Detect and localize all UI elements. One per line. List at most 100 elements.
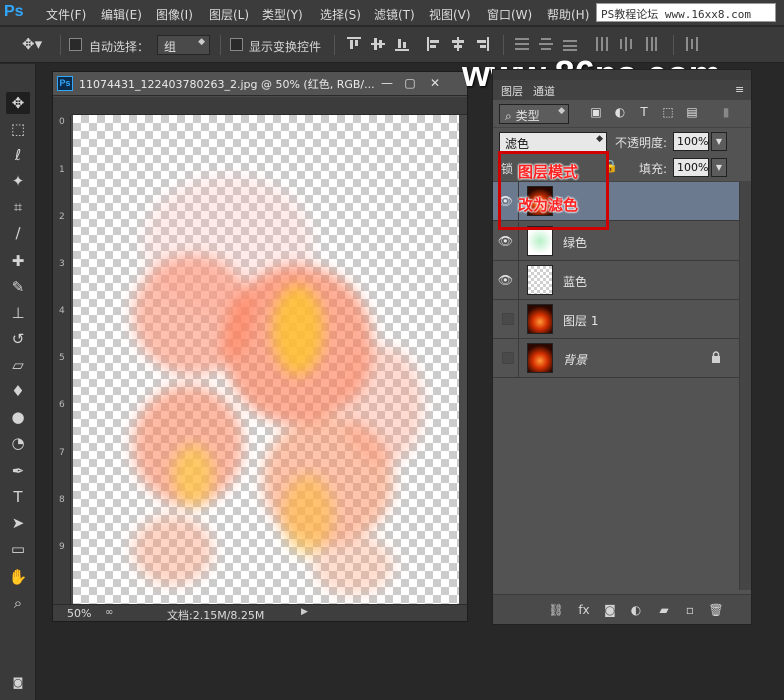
layer-mask-icon[interactable]: ◙ xyxy=(601,602,619,618)
move-tool-icon[interactable]: ✥▾ xyxy=(22,35,42,53)
panel-grip[interactable] xyxy=(493,70,751,80)
tab-layers[interactable]: 图层 xyxy=(501,83,523,99)
menu-type[interactable]: 类型(Y) xyxy=(262,6,303,23)
menu-bar: Ps 文件(F) 编辑(E) 图像(I) 图层(L) 类型(Y) 选择(S) 滤… xyxy=(0,0,784,26)
blend-mode-value: 滤色 xyxy=(505,137,530,151)
maximize-icon[interactable]: ▢ xyxy=(401,75,419,91)
layer-name: 图层 1 xyxy=(563,314,599,328)
ps-file-icon: Ps xyxy=(57,76,73,91)
auto-select-dropdown[interactable]: 组 ◆ xyxy=(157,35,210,55)
dodge-tool-icon[interactable]: ◔ xyxy=(6,432,30,454)
document-tab[interactable]: Ps 11074431_122403780263_2.jpg @ 50% (红色… xyxy=(53,72,467,96)
canvas-flame-image[interactable] xyxy=(73,115,459,604)
layer-thumbnail xyxy=(527,265,553,295)
layers-scrollbar[interactable] xyxy=(739,182,751,590)
distribute-vcenter-icon[interactable] xyxy=(539,37,553,51)
lock-icon xyxy=(712,351,720,363)
opacity-input[interactable]: 100% xyxy=(673,132,709,151)
magic-wand-icon[interactable]: ✦ xyxy=(6,170,30,192)
tab-channels[interactable]: 通道 xyxy=(533,83,555,99)
align-right-icon[interactable] xyxy=(475,37,489,51)
marquee-tool-icon[interactable]: ⬚ xyxy=(6,118,30,140)
status-menu-arrow-icon[interactable]: ▶ xyxy=(301,607,308,617)
layer-name: 绿色 xyxy=(563,236,588,250)
vertical-ruler[interactable]: 0 1 2 3 4 5 6 7 8 9 xyxy=(53,115,71,604)
delete-layer-icon[interactable]: 🗑 xyxy=(707,602,725,618)
filter-shape-icon[interactable]: ⬚ xyxy=(661,105,675,119)
filter-pixel-icon[interactable]: ▣ xyxy=(589,105,603,119)
move-tool-icon[interactable]: ✥ xyxy=(6,92,30,114)
auto-select-checkbox[interactable] xyxy=(69,38,82,51)
distribute-hcenter-icon[interactable] xyxy=(619,37,633,51)
document-size-info: 文档:2.15M/8.25M xyxy=(167,609,265,622)
menu-select[interactable]: 选择(S) xyxy=(320,6,361,23)
separator xyxy=(503,35,504,55)
distribute-bottom-icon[interactable] xyxy=(563,37,577,51)
layer-row[interactable]: 背景 xyxy=(493,339,739,378)
menu-file[interactable]: 文件(F) xyxy=(46,6,86,23)
fill-slider-arrow-icon[interactable]: ▼ xyxy=(711,158,727,177)
filter-type-icon[interactable]: T xyxy=(637,105,651,119)
shape-tool-icon[interactable]: ▭ xyxy=(6,538,30,560)
menu-help[interactable]: 帮助(H) xyxy=(547,6,589,23)
new-layer-icon[interactable]: ▫ xyxy=(681,602,699,618)
ruler-tick-label: 7 xyxy=(59,448,65,458)
align-top-icon[interactable] xyxy=(347,37,361,51)
blend-mode-dropdown[interactable]: 滤色 ◆ xyxy=(499,132,607,152)
distribute-left-icon[interactable] xyxy=(595,37,609,51)
layer-row[interactable]: 👁 蓝色 xyxy=(493,261,739,300)
visibility-toggle[interactable] xyxy=(493,339,519,378)
align-vcenter-icon[interactable] xyxy=(371,37,385,51)
history-brush-icon[interactable]: ↺ xyxy=(6,328,30,350)
menu-window[interactable]: 窗口(W) xyxy=(487,6,532,23)
crop-tool-icon[interactable]: ⌗ xyxy=(6,196,30,218)
zoom-tool-icon[interactable]: ⌕ xyxy=(6,592,30,614)
align-left-icon[interactable] xyxy=(427,37,441,51)
new-group-icon[interactable]: ▰ xyxy=(655,602,673,618)
healing-brush-icon[interactable]: ✚ xyxy=(6,250,30,272)
menu-edit[interactable]: 编辑(E) xyxy=(101,6,142,23)
adjustment-layer-icon[interactable]: ◐ xyxy=(627,602,645,618)
paint-bucket-icon[interactable]: ♦ xyxy=(6,380,30,402)
menu-filter[interactable]: 滤镜(T) xyxy=(374,6,415,23)
visibility-eye-icon[interactable]: 👁 xyxy=(493,261,519,300)
menu-image[interactable]: 图像(I) xyxy=(156,6,193,23)
document-title: 11074431_122403780263_2.jpg @ 50% (红色, R… xyxy=(79,78,375,91)
opacity-slider-arrow-icon[interactable]: ▼ xyxy=(711,132,727,151)
eyedropper-icon[interactable]: ∕ xyxy=(6,222,30,244)
align-bottom-icon[interactable] xyxy=(395,37,409,51)
eraser-tool-icon[interactable]: ▱ xyxy=(6,354,30,376)
menu-layer[interactable]: 图层(L) xyxy=(209,6,249,23)
layer-style-icon[interactable]: fx xyxy=(575,602,593,618)
pen-tool-icon[interactable]: ✒ xyxy=(6,460,30,482)
type-tool-icon[interactable]: T xyxy=(6,486,30,508)
filter-adjustment-icon[interactable]: ◐ xyxy=(613,105,627,119)
clone-stamp-icon[interactable]: ⊥ xyxy=(6,302,30,324)
menu-view[interactable]: 视图(V) xyxy=(429,6,471,23)
auto-align-icon[interactable] xyxy=(685,37,699,51)
close-icon[interactable]: ✕ xyxy=(426,75,444,91)
distribute-right-icon[interactable] xyxy=(643,37,657,51)
fill-label: 填充: xyxy=(639,162,668,176)
filter-toggle-icon[interactable]: ▮ xyxy=(719,105,733,119)
horizontal-ruler[interactable] xyxy=(71,97,467,115)
filter-smart-icon[interactable]: ▤ xyxy=(685,105,699,119)
distribute-top-icon[interactable] xyxy=(515,37,529,51)
show-transform-checkbox[interactable] xyxy=(230,38,243,51)
path-select-icon[interactable]: ➤ xyxy=(6,512,30,534)
link-layers-icon[interactable]: ⛓ xyxy=(547,602,565,618)
quick-mask-icon[interactable]: ◙ xyxy=(6,672,30,694)
visibility-toggle[interactable] xyxy=(493,300,519,339)
align-hcenter-icon[interactable] xyxy=(451,37,465,51)
filter-kind-dropdown[interactable]: ⌕ 类型 ◆ xyxy=(499,104,569,124)
hand-tool-icon[interactable]: ✋ xyxy=(6,566,30,588)
blur-tool-icon[interactable]: ● xyxy=(6,406,30,428)
layer-row[interactable]: 图层 1 xyxy=(493,300,739,339)
layer-name: 背景 xyxy=(563,353,588,367)
lasso-tool-icon[interactable]: ℓ xyxy=(6,144,30,166)
fill-input[interactable]: 100% xyxy=(673,158,709,177)
zoom-level[interactable]: 50% xyxy=(67,607,91,620)
minimize-icon[interactable]: — xyxy=(378,75,396,91)
panel-menu-icon[interactable]: ≡ xyxy=(735,83,744,96)
brush-tool-icon[interactable]: ✎ xyxy=(6,276,30,298)
